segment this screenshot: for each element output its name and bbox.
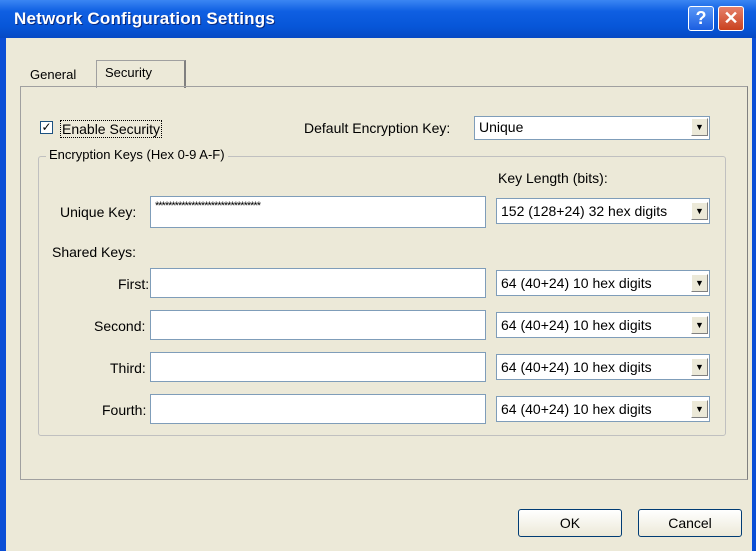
encryption-keys-group-title: Encryption Keys (Hex 0-9 A-F): [46, 147, 228, 162]
shared-key-third-input[interactable]: [150, 352, 486, 382]
dialog-client-area: General Security ✓ Enable Security Defau…: [6, 38, 752, 551]
shared-key-third-length-value: 64 (40+24) 10 hex digits: [501, 359, 652, 375]
shared-key-second-label: Second:: [94, 318, 146, 334]
default-encryption-key-label: Default Encryption Key:: [304, 120, 451, 136]
default-encryption-key-value: Unique: [479, 119, 524, 135]
key-length-label: Key Length (bits):: [498, 170, 608, 186]
enable-security-label[interactable]: Enable Security: [60, 120, 163, 138]
shared-key-first-input[interactable]: [150, 268, 486, 298]
shared-key-fourth-label: Fourth:: [102, 402, 147, 418]
shared-key-fourth-length-select[interactable]: 64 (40+24) 10 hex digits ▼: [496, 396, 710, 422]
unique-key-length-value: 152 (128+24) 32 hex digits: [501, 203, 668, 219]
unique-key-label: Unique Key:: [60, 204, 137, 220]
shared-key-fourth-length-value: 64 (40+24) 10 hex digits: [501, 401, 652, 417]
dialog-window: Network Configuration Settings ? ✕ Gener…: [0, 0, 756, 551]
shared-key-second-length-select[interactable]: 64 (40+24) 10 hex digits ▼: [496, 312, 710, 338]
default-encryption-key-select[interactable]: Unique ▼: [474, 116, 710, 140]
shared-key-fourth-input[interactable]: [150, 394, 486, 424]
help-icon[interactable]: ?: [688, 6, 714, 31]
enable-security-checkbox[interactable]: ✓: [40, 121, 53, 134]
chevron-down-icon[interactable]: ▼: [691, 358, 708, 376]
shared-key-third-label: Third:: [110, 360, 146, 376]
shared-key-first-length-select[interactable]: 64 (40+24) 10 hex digits ▼: [496, 270, 710, 296]
close-icon[interactable]: ✕: [718, 6, 744, 31]
unique-key-masked-value: ********************************: [155, 200, 261, 212]
shared-key-first-length-value: 64 (40+24) 10 hex digits: [501, 275, 652, 291]
chevron-down-icon[interactable]: ▼: [691, 400, 708, 418]
ok-button[interactable]: OK: [518, 509, 622, 537]
tab-security[interactable]: Security: [96, 60, 186, 88]
shared-key-first-label: First:: [118, 276, 150, 292]
tab-general[interactable]: General: [22, 64, 94, 86]
shared-key-second-input[interactable]: [150, 310, 486, 340]
unique-key-input[interactable]: ********************************: [150, 196, 486, 228]
shared-keys-label: Shared Keys:: [52, 244, 137, 260]
chevron-down-icon[interactable]: ▼: [691, 202, 708, 220]
chevron-down-icon[interactable]: ▼: [691, 316, 708, 334]
chevron-down-icon[interactable]: ▼: [691, 274, 708, 292]
title-bar[interactable]: Network Configuration Settings ? ✕: [0, 0, 756, 38]
cancel-button[interactable]: Cancel: [638, 509, 742, 537]
shared-key-second-length-value: 64 (40+24) 10 hex digits: [501, 317, 652, 333]
window-title: Network Configuration Settings: [14, 9, 275, 28]
shared-key-third-length-select[interactable]: 64 (40+24) 10 hex digits ▼: [496, 354, 710, 380]
unique-key-length-select[interactable]: 152 (128+24) 32 hex digits ▼: [496, 198, 710, 224]
chevron-down-icon[interactable]: ▼: [691, 118, 708, 136]
